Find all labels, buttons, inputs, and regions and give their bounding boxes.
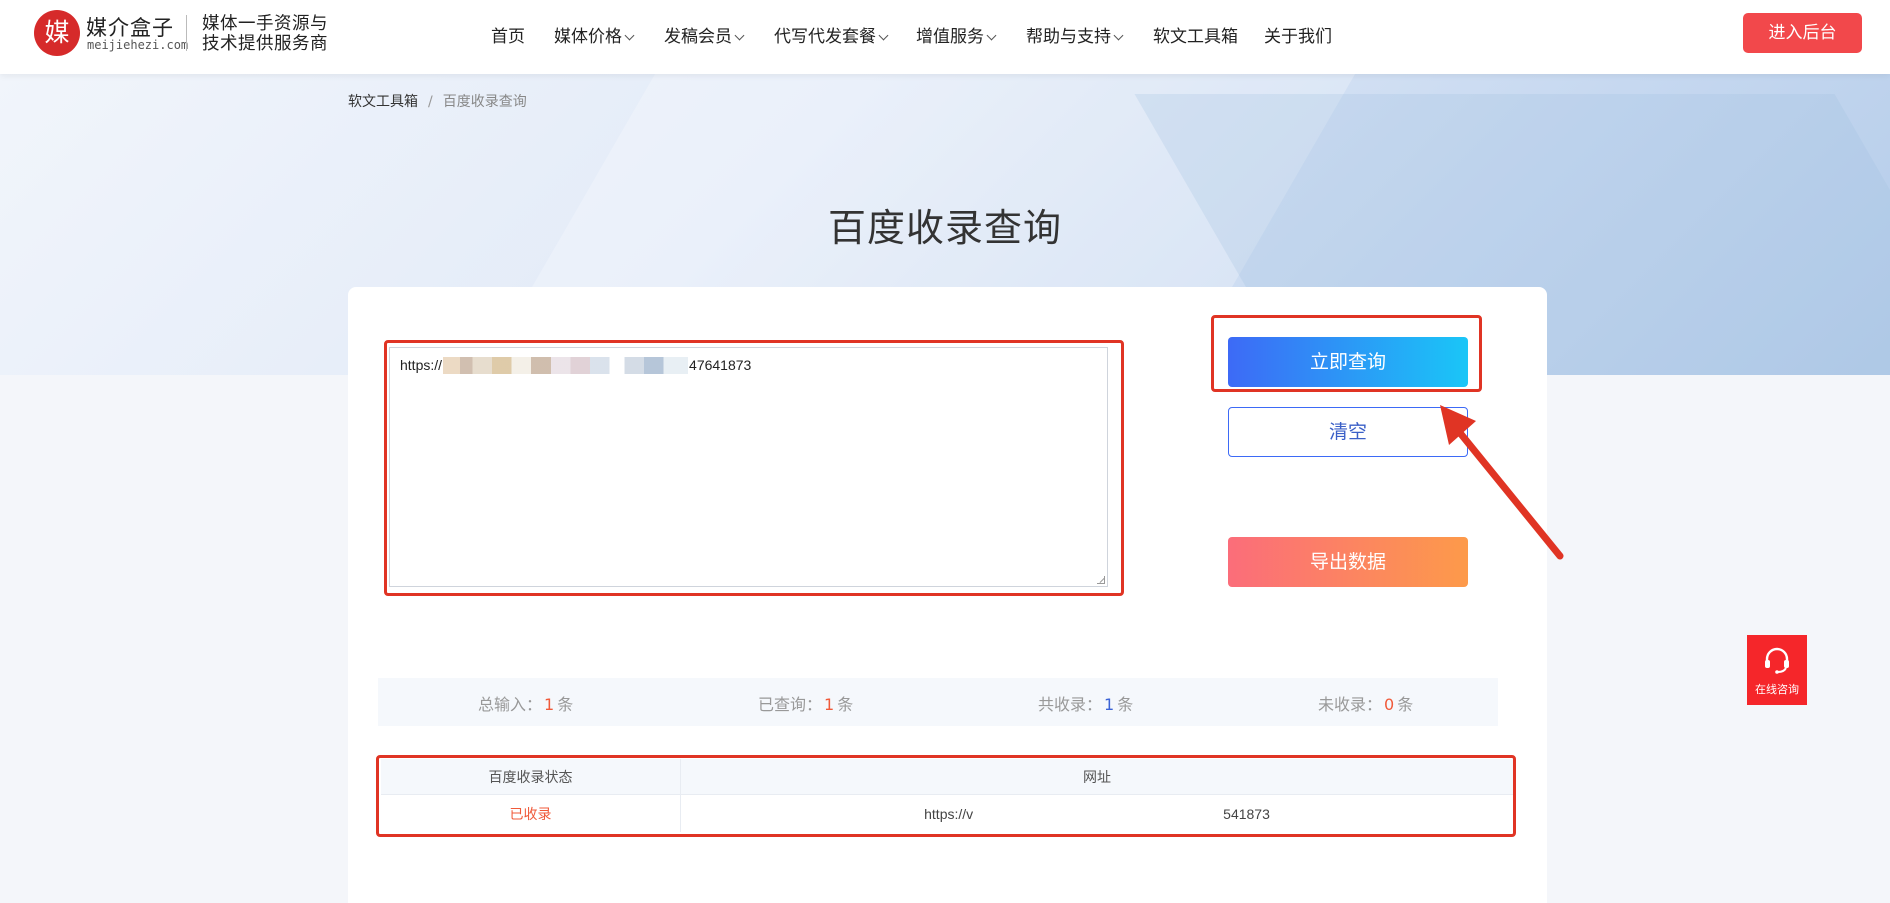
stat-unit: 条 [1117, 695, 1134, 714]
nav-label: 关于我们 [1264, 27, 1332, 47]
header-status: 百度收录状态 [381, 759, 681, 794]
stat-label: 共收录： [1038, 695, 1103, 714]
nav-item-about[interactable]: 关于我们 [1264, 22, 1332, 47]
chevron-down-icon [734, 30, 745, 41]
stat-value: 0 [1384, 695, 1395, 714]
url-cell[interactable]: https://v 541873 [681, 795, 1513, 832]
nav-item-membership[interactable]: 发稿会员 [664, 22, 745, 47]
nav-label: 发稿会员 [664, 27, 732, 47]
breadcrumb-separator: / [428, 94, 433, 110]
url-textarea[interactable]: https:// 47641873 [389, 347, 1108, 587]
online-consult-widget[interactable]: 在线咨询 [1747, 635, 1807, 705]
stat-unit: 条 [837, 695, 854, 714]
export-data-button[interactable]: 导出数据 [1228, 537, 1468, 587]
table-row: 已收录 https://v 541873 [381, 795, 1513, 832]
url-value-suffix: 47641873 [689, 357, 752, 373]
nav-item-value-added[interactable]: 增值服务 [916, 22, 997, 47]
nav-label: 帮助与支持 [1026, 27, 1111, 47]
stat-indexed: 共收录： 1 条 [1038, 691, 1133, 715]
logo-icon[interactable]: 媒 [34, 10, 80, 56]
url-value-prefix: https:// [400, 357, 443, 373]
chevron-down-icon [986, 30, 997, 41]
nav-item-toolbox[interactable]: 软文工具箱 [1153, 22, 1238, 47]
clear-button[interactable]: 清空 [1228, 407, 1468, 457]
nav-label: 增值服务 [916, 27, 984, 47]
nav-item-writing-package[interactable]: 代写代发套餐 [774, 22, 889, 47]
redacted-url-segment [443, 356, 689, 374]
slogan: 媒体一手资源与 技术提供服务商 [202, 14, 328, 54]
slogan-line-1: 媒体一手资源与 [202, 14, 328, 34]
stat-value: 1 [544, 695, 555, 714]
stat-unit: 条 [557, 695, 574, 714]
nav-label: 媒体价格 [554, 27, 622, 47]
chevron-down-icon [624, 30, 635, 41]
chat-label: 在线咨询 [1755, 683, 1799, 696]
top-navbar: 媒 媒介盒子 meijiehezi.com 媒体一手资源与 技术提供服务商 首页… [0, 0, 1890, 74]
result-table: 百度收录状态 网址 已收录 https://v 541873 [381, 759, 1513, 832]
breadcrumb-current: 百度收录查询 [442, 94, 527, 110]
table-header-row: 百度收录状态 网址 [381, 759, 1513, 795]
header-url: 网址 [1083, 769, 1111, 786]
nav-item-help[interactable]: 帮助与支持 [1026, 22, 1124, 47]
slogan-line-2: 技术提供服务商 [202, 34, 328, 54]
stat-value: 1 [1104, 695, 1115, 714]
url-cell-prefix: https://v [924, 805, 974, 822]
status-cell: 已收录 [381, 795, 681, 832]
stat-value: 1 [824, 695, 835, 714]
page-title: 百度收录查询 [827, 206, 1062, 250]
stat-label: 总输入： [478, 695, 543, 714]
breadcrumb: 软文工具箱 / 百度收录查询 [348, 91, 527, 111]
stat-label: 未收录： [1318, 695, 1383, 714]
stat-total-input: 总输入： 1 条 [478, 691, 573, 715]
enter-dashboard-button[interactable]: 进入后台 [1743, 13, 1862, 53]
url-input-value: https:// 47641873 [400, 356, 752, 375]
stat-queried: 已查询： 1 条 [758, 691, 853, 715]
stat-not-indexed: 未收录： 0 条 [1318, 691, 1413, 715]
nav-label: 软文工具箱 [1153, 27, 1238, 47]
logo-domain: meijiehezi.com [87, 38, 189, 52]
nav-label: 代写代发套餐 [774, 27, 876, 47]
logo-divider [186, 15, 187, 51]
chevron-down-icon [1113, 30, 1124, 41]
stats-bar: 总输入： 1 条 已查询： 1 条 共收录： 1 条 未收录： 0 条 [378, 678, 1498, 726]
url-cell-suffix: 541873 [1223, 805, 1270, 822]
breadcrumb-toolbox-link[interactable]: 软文工具箱 [348, 94, 418, 110]
chevron-down-icon [878, 30, 889, 41]
stat-unit: 条 [1397, 695, 1414, 714]
nav-item-media-price[interactable]: 媒体价格 [554, 22, 635, 47]
nav-item-home[interactable]: 首页 [491, 22, 525, 47]
nav-label: 首页 [491, 27, 525, 47]
stat-label: 已查询： [758, 695, 823, 714]
query-now-button[interactable]: 立即查询 [1228, 337, 1468, 387]
headset-icon [1765, 647, 1789, 674]
